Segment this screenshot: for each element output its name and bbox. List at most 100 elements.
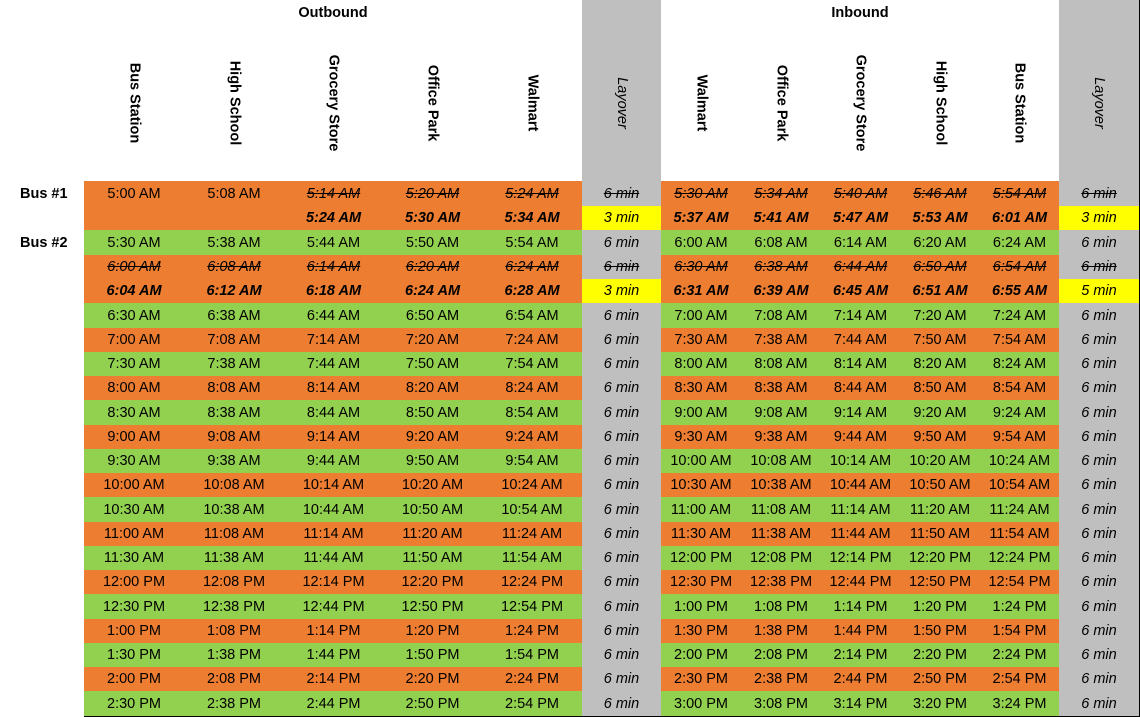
- column-header-label: High School: [226, 60, 242, 146]
- layover-cell: 6 min: [1059, 376, 1140, 401]
- column-header-label: Bus Station: [126, 62, 142, 144]
- layover-cell: 6 min: [1059, 328, 1140, 353]
- time-cell: 11:44 AM: [284, 546, 384, 571]
- time-cell: 10:14 AM: [284, 473, 384, 498]
- time-cell: 2:44 PM: [284, 691, 384, 717]
- time-cell: 1:24 PM: [980, 594, 1060, 620]
- time-cell: 10:54 AM: [980, 473, 1060, 498]
- time-cell: 2:30 PM: [84, 691, 185, 717]
- time-cell: 10:00 AM: [84, 473, 185, 498]
- layover-cell: 6 min: [1059, 522, 1140, 547]
- time-cell: 6:30 AM: [661, 255, 742, 280]
- column-header-outbound-high-school: High School: [184, 25, 285, 182]
- layover-cell: 6 min: [582, 570, 662, 595]
- time-cell: 3:14 PM: [821, 691, 901, 717]
- time-cell: 12:08 PM: [184, 570, 285, 595]
- time-cell: 10:20 AM: [383, 473, 483, 498]
- time-cell: 2:14 PM: [821, 643, 901, 668]
- time-cell: 10:24 AM: [980, 449, 1060, 474]
- time-cell: 9:20 AM: [900, 400, 981, 426]
- layover-cell: 6 min: [582, 230, 662, 256]
- time-cell: 10:24 AM: [482, 473, 583, 498]
- layover-cell: 6 min: [1059, 473, 1140, 498]
- column-header-label: Office Park: [424, 64, 441, 142]
- time-cell: 11:30 AM: [661, 522, 742, 547]
- time-cell: 5:44 AM: [284, 230, 384, 256]
- time-cell: 5:24 AM: [482, 181, 583, 207]
- layover-cell: 6 min: [582, 473, 662, 498]
- column-header-outbound-grocery-store: Grocery Store: [284, 25, 384, 182]
- time-cell: 7:44 AM: [284, 352, 384, 377]
- time-cell: 11:24 AM: [980, 497, 1060, 523]
- column-header-label: High School: [932, 60, 948, 146]
- time-cell: 12:30 PM: [84, 594, 185, 620]
- time-cell: 8:30 AM: [661, 376, 742, 401]
- time-cell: 6:31 AM: [661, 279, 742, 304]
- time-cell: 8:44 AM: [284, 400, 384, 426]
- layover-cell: 6 min: [582, 594, 662, 620]
- time-cell: 11:14 AM: [821, 497, 901, 523]
- time-cell: 12:00 PM: [84, 570, 185, 595]
- time-cell: 9:00 AM: [84, 425, 185, 450]
- time-cell: 9:50 AM: [383, 449, 483, 474]
- time-cell: 2:54 PM: [980, 667, 1060, 692]
- time-cell: 2:54 PM: [482, 691, 583, 717]
- time-cell: 6:54 AM: [980, 255, 1060, 280]
- column-header-label: Grocery Store: [852, 54, 869, 152]
- time-cell: 12:44 PM: [284, 594, 384, 620]
- time-cell: 5:24 AM: [284, 206, 384, 231]
- time-cell: 6:08 AM: [741, 230, 822, 256]
- time-cell: 1:30 PM: [84, 643, 185, 668]
- time-cell: 9:24 AM: [482, 425, 583, 450]
- time-cell: 9:08 AM: [741, 400, 822, 426]
- time-cell: 10:50 AM: [900, 473, 981, 498]
- time-cell: 3:00 PM: [661, 691, 742, 717]
- time-cell: 10:44 AM: [284, 497, 384, 523]
- time-cell: 1:38 PM: [184, 643, 285, 668]
- time-cell: 3:08 PM: [741, 691, 822, 717]
- layover-cell: 6 min: [582, 181, 662, 207]
- time-cell: 1:20 PM: [383, 619, 483, 644]
- time-cell: 1:00 PM: [84, 619, 185, 644]
- layover-cell: 6 min: [1059, 400, 1140, 426]
- time-cell: 9:38 AM: [184, 449, 285, 474]
- time-cell: 1:50 PM: [383, 643, 483, 668]
- time-cell: 11:54 AM: [482, 546, 583, 571]
- column-header-inbound-bus-station: Bus Station: [980, 25, 1060, 182]
- time-cell: 8:24 AM: [482, 376, 583, 401]
- layover-cell: 6 min: [582, 352, 662, 377]
- time-cell: 11:00 AM: [661, 497, 742, 523]
- time-cell: 11:08 AM: [184, 522, 285, 547]
- time-cell: 7:44 AM: [821, 328, 901, 353]
- layover-cell: 6 min: [1059, 352, 1140, 377]
- time-cell: 8:08 AM: [741, 352, 822, 377]
- layover-cell: 6 min: [582, 667, 662, 692]
- time-cell: 7:30 AM: [84, 352, 185, 377]
- column-header-label: Layover: [1091, 77, 1107, 129]
- time-cell: 2:24 PM: [482, 667, 583, 692]
- time-cell: 6:20 AM: [383, 255, 483, 280]
- time-cell: 9:30 AM: [661, 425, 742, 450]
- column-header-label: Office Park: [772, 64, 789, 142]
- time-cell: 11:20 AM: [900, 497, 981, 523]
- time-cell: 8:38 AM: [184, 400, 285, 426]
- time-cell: 6:24 AM: [482, 255, 583, 280]
- time-cell: 8:20 AM: [900, 352, 981, 377]
- time-cell: 2:24 PM: [980, 643, 1060, 668]
- time-cell: 1:14 PM: [284, 619, 384, 644]
- time-cell: 8:50 AM: [383, 400, 483, 426]
- time-cell: 6:45 AM: [821, 279, 901, 304]
- layover-cell: 6 min: [582, 546, 662, 571]
- time-cell: 11:54 AM: [980, 522, 1060, 547]
- time-cell: 6:14 AM: [821, 230, 901, 256]
- layover-cell: 6 min: [1059, 643, 1140, 668]
- time-cell: 1:08 PM: [184, 619, 285, 644]
- time-cell: 2:50 PM: [900, 667, 981, 692]
- layover-cell: 6 min: [582, 497, 662, 523]
- time-cell: 9:00 AM: [661, 400, 742, 426]
- time-cell: 11:14 AM: [284, 522, 384, 547]
- time-cell: 8:50 AM: [900, 376, 981, 401]
- time-cell: 1:14 PM: [821, 594, 901, 620]
- time-cell: 6:30 AM: [84, 303, 185, 329]
- time-cell: 7:20 AM: [900, 303, 981, 329]
